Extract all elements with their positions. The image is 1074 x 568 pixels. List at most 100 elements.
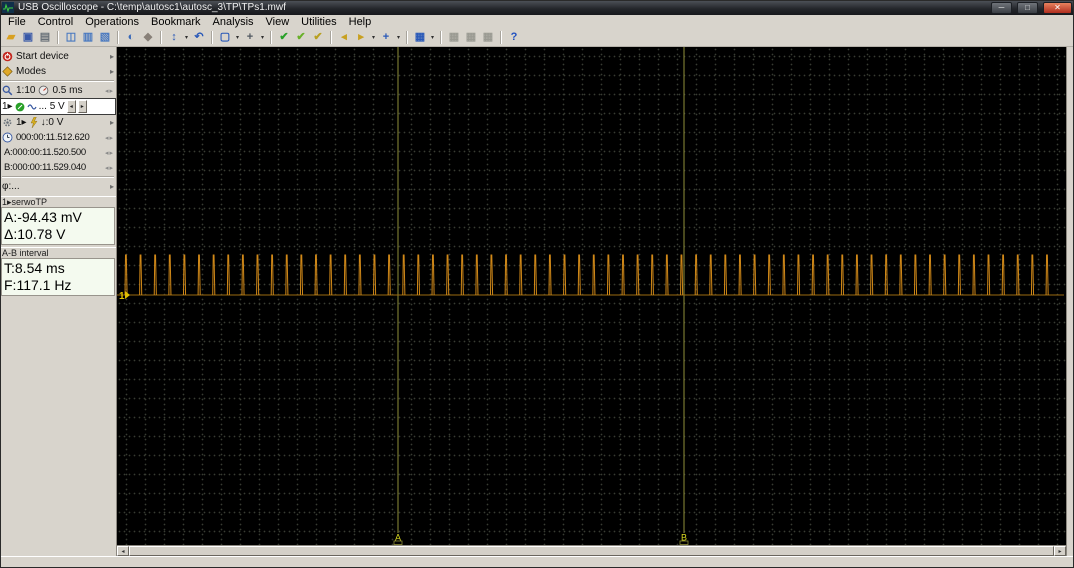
open-icon[interactable]: ▰ (3, 30, 19, 45)
menu-item-help[interactable]: Help (343, 15, 378, 29)
scroll-right-button[interactable]: ▸ (1054, 546, 1066, 556)
channel-enabled-icon (15, 102, 24, 111)
menu-item-operations[interactable]: Operations (79, 15, 145, 29)
dropdown-arrow-icon[interactable]: ▾ (395, 34, 402, 41)
phase-label: φ:... (2, 181, 20, 192)
zoom-value: 1:10 (16, 85, 36, 96)
help-icon[interactable]: ? (506, 30, 522, 45)
menu-bar: File Control Operations Bookmark Analysi… (0, 15, 1074, 29)
clipboard-icon[interactable]: ▧ (97, 30, 113, 45)
undo-icon[interactable]: ↶ (191, 30, 207, 45)
sidebar-divider (2, 176, 114, 178)
measurement-panel-channel1: A:-94.43 mV Δ:10.78 V (1, 207, 115, 245)
sidebar-item-trigger[interactable]: 1▸ ↓:0 V ▸ (0, 115, 116, 130)
spin-arrows-icon[interactable]: ◂▸ (105, 87, 114, 95)
chevron-right-icon: ▸ (109, 52, 114, 61)
maximize-button[interactable]: □ (1017, 1, 1038, 14)
channel-scale-value: ... 5 V (38, 101, 65, 112)
magnifier-icon (2, 85, 13, 96)
sidebar-item-cursor-b-time[interactable]: B:000:00:11.529.040 ◂▸ (0, 160, 116, 175)
waveform-trace (124, 254, 1049, 296)
verify-icon[interactable]: ✔ (310, 30, 326, 45)
accept-all-icon[interactable]: ✔ (293, 30, 309, 45)
channel-scale-decrease-button[interactable]: ◂ (66, 100, 76, 113)
timebase-gauge-icon (39, 85, 49, 96)
grid-icon[interactable]: ▦ (463, 30, 479, 45)
measure-icon[interactable]: ◐ (123, 30, 139, 45)
add-bookmark-icon[interactable]: + (378, 30, 394, 45)
dropdown-arrow-icon[interactable]: ▾ (183, 34, 190, 41)
toolbar-separator (500, 31, 502, 44)
paste-icon[interactable]: ▥ (80, 30, 96, 45)
channel-settings-field[interactable]: 1▸ ... 5 V ◂ ▸ (0, 98, 116, 115)
chevron-right-icon: ▸ (109, 182, 114, 191)
select-mode-icon[interactable]: ▢ (217, 30, 233, 45)
print-icon[interactable]: ▤ (37, 30, 53, 45)
svg-text:1: 1 (119, 291, 125, 302)
pin-icon[interactable]: ◆ (140, 30, 156, 45)
oscilloscope-display[interactable]: AB1 (117, 47, 1066, 545)
start-device-label: Start device (16, 51, 69, 62)
modes-label: Modes (16, 66, 47, 77)
trigger-gear-icon (3, 118, 12, 127)
measurement-frequency: F:117.1 Hz (4, 277, 72, 293)
report-icon[interactable]: ▦ (446, 30, 462, 45)
toolbar-separator (117, 31, 119, 44)
copy-waveform-icon[interactable]: ◫ (63, 30, 79, 45)
sidebar-item-start-device[interactable]: Start device ▸ (0, 49, 116, 64)
status-bar (0, 556, 1074, 568)
sidebar-item-cursor-a-time[interactable]: A:000:00:11.520.500 ◂▸ (0, 145, 116, 160)
sidebar-item-zoom-timebase[interactable]: 1:10 0.5 ms ◂▸ (0, 83, 116, 98)
spin-arrows-icon[interactable]: ◂▸ (105, 164, 114, 172)
channel-section-header: 1▸serwoTP (0, 196, 116, 207)
toolbar-separator (440, 31, 442, 44)
chevron-right-icon: ▸ (109, 67, 114, 76)
menu-item-view[interactable]: View (260, 15, 296, 29)
toolbar-separator (406, 31, 408, 44)
horizontal-scrollbar[interactable]: ◂ ▸ (117, 545, 1066, 556)
menu-item-bookmark[interactable]: Bookmark (145, 15, 207, 29)
sidebar-item-modes[interactable]: Modes ▸ (0, 64, 116, 79)
chart-icon[interactable]: ▦ (480, 30, 496, 45)
close-button[interactable]: ✕ (1043, 1, 1072, 14)
menu-item-file[interactable]: File (2, 15, 32, 29)
toolbar-separator (270, 31, 272, 44)
scope-column: AB1 ◂ ▸ (117, 47, 1066, 556)
app-window: USB Oscilloscope - C:\temp\autosc1\autos… (0, 0, 1074, 568)
dropdown-arrow-icon[interactable]: ▾ (370, 34, 377, 41)
reorder-icon[interactable]: ↕ (166, 30, 182, 45)
save-icon[interactable]: ▣ (20, 30, 36, 45)
bookmark-next-icon[interactable]: ▸ (353, 30, 369, 45)
toolbar: ▰ ▣ ▤ ◫ ▥ ▧ ◐ ◆ ↕ ▾ ↶ ▢ ▾ + ▾ ✔ ✔ ✔ ◂ ▸ ▾ + ▾ ▦ ▾ ▦ ▦ ▦? (0, 29, 1074, 47)
scroll-left-button[interactable]: ◂ (117, 546, 129, 556)
scrollbar-thumb[interactable] (129, 546, 1054, 556)
menu-item-utilities[interactable]: Utilities (295, 15, 342, 29)
menu-item-analysis[interactable]: Analysis (207, 15, 260, 29)
bookmark-prev-icon[interactable]: ◂ (336, 30, 352, 45)
dropdown-arrow-icon[interactable]: ▾ (429, 34, 436, 41)
power-icon (2, 51, 13, 62)
spin-arrows-icon[interactable]: ◂▸ (105, 149, 114, 157)
accept-icon[interactable]: ✔ (276, 30, 292, 45)
toolbar-separator (57, 31, 59, 44)
marker-table-icon[interactable]: ▦ (412, 30, 428, 45)
dropdown-arrow-icon[interactable]: ▾ (259, 34, 266, 41)
channel-scale-increase-button[interactable]: ▸ (77, 100, 87, 113)
minimize-button[interactable]: ─ (991, 1, 1012, 14)
current-time-value: 000:00:11.512.620 (16, 132, 90, 143)
dropdown-arrow-icon[interactable]: ▾ (234, 34, 241, 41)
scope-svg: A B1 (117, 47, 1064, 545)
modes-icon (2, 66, 13, 77)
lightning-icon (30, 117, 37, 128)
title-bar[interactable]: USB Oscilloscope - C:\temp\autosc1\autos… (0, 0, 1074, 15)
sidebar-item-phase[interactable]: φ:... ▸ (0, 179, 116, 194)
spin-arrows-icon[interactable]: ◂▸ (105, 134, 114, 142)
zoom-tool-icon[interactable]: + (242, 30, 258, 45)
menu-item-control[interactable]: Control (32, 15, 79, 29)
window-title: USB Oscilloscope - C:\temp\autosc1\autos… (18, 2, 286, 13)
toolbar-separator (160, 31, 162, 44)
cursor-a-time-value: A:000:00:11.520.500 (4, 147, 86, 158)
channel-number: 1▸ (2, 101, 13, 112)
interval-section-header: A-B interval (0, 247, 116, 258)
sidebar-item-current-time[interactable]: 000:00:11.512.620 ◂▸ (0, 130, 116, 145)
